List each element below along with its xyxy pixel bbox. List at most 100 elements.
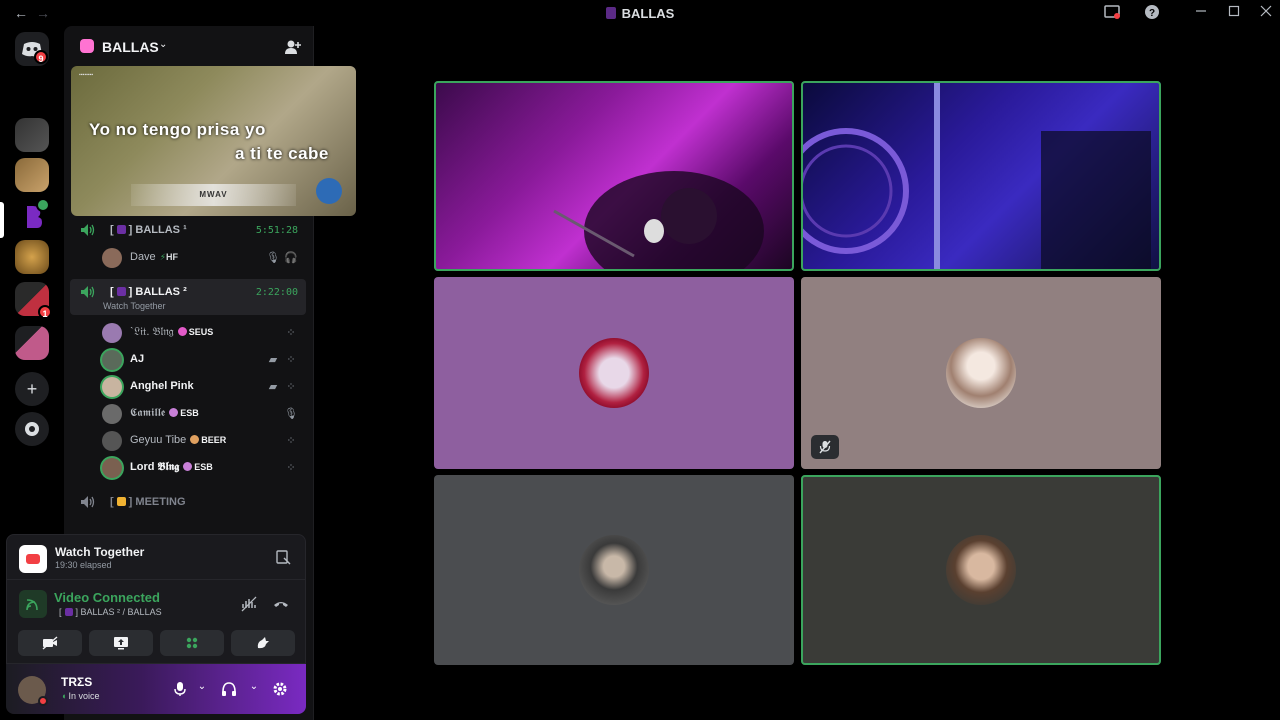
video-tile-user-5[interactable]	[434, 475, 794, 665]
compass-icon	[25, 422, 39, 436]
activity-title: Watch Together	[55, 545, 145, 559]
activity-icon: ⁘	[286, 381, 296, 393]
voice-status[interactable]: Video Connected	[54, 590, 160, 605]
avatar	[102, 404, 122, 424]
karaoke-plate: MWAV	[131, 184, 296, 206]
member-row[interactable]: ˋ𝔏𝔦𝔱. 𝔅𝔩𝔫𝔤 SEUS ⁘	[102, 322, 302, 344]
server-mute-icon: 🎙	[284, 408, 298, 420]
close-icon[interactable]	[1257, 4, 1275, 22]
channel-timer: 2:22:00	[255, 287, 298, 298]
disconnect-icon[interactable]	[273, 596, 289, 612]
user-avatar[interactable]	[18, 676, 48, 706]
user-name: TRΣS	[61, 675, 93, 689]
activity-elapsed: 19:30 elapsed	[55, 560, 112, 570]
headphones-icon[interactable]	[221, 681, 237, 697]
channel-timer: 5:51:28	[255, 225, 298, 236]
server-icon-2[interactable]	[15, 158, 49, 192]
user-avatar	[946, 338, 1016, 408]
activity-indicator-icon	[36, 198, 50, 212]
avatar	[102, 458, 122, 478]
member-tag: ⚡HF	[159, 252, 179, 262]
avatar	[102, 377, 122, 397]
minimize-icon[interactable]	[1192, 4, 1210, 22]
voice-channel-ballas-1[interactable]: [] BALLAS ¹ 5:51:28	[70, 217, 306, 243]
invite-people-icon[interactable]	[284, 38, 302, 56]
activity-icon: ⁘	[286, 327, 296, 339]
video-camera-icon: ▰	[268, 381, 278, 393]
video-tile-user-4[interactable]	[801, 277, 1161, 469]
mic-options-chevron-icon[interactable]: ⌄	[194, 681, 210, 697]
voice-location: [] BALLAS ² / BALLAS	[59, 607, 162, 617]
member-name: ˋ𝔏𝔦𝔱. 𝔅𝔩𝔫𝔤 SEUS	[130, 326, 214, 338]
voice-status-icon: ◖	[61, 691, 67, 701]
activity-panel: Watch Together 19:30 elapsed	[6, 534, 306, 580]
user-avatar	[579, 338, 649, 408]
title-bar: ← → BALLAS ?	[0, 0, 1280, 26]
user-avatar	[946, 535, 1016, 605]
camera-feed-2	[801, 81, 1151, 271]
watch-together-preview[interactable]: ▪▪▪▪▪▪▪▪ Yo no tengo prisa yo a ti te ca…	[71, 66, 356, 216]
chevron-down-icon: ⌄	[159, 39, 168, 50]
add-server-button[interactable]: +	[15, 372, 49, 406]
member-tag: ESB	[183, 462, 213, 472]
member-row[interactable]: Lord 𝕭𝖑𝖓𝖌 ESB ⁘	[102, 457, 302, 479]
youtube-icon	[19, 545, 47, 573]
window-title-text: BALLAS	[621, 6, 675, 21]
member-name: AJ	[130, 353, 145, 365]
activity-icon: ⁘	[286, 435, 296, 447]
lyric-line-2: a ti te cabe	[235, 144, 329, 163]
server-folder-2[interactable]	[15, 326, 49, 360]
server-header[interactable]: BALLAS ⌄	[64, 26, 314, 68]
toggle-camera-button[interactable]	[18, 630, 82, 656]
explore-button[interactable]	[15, 412, 49, 446]
microphone-icon[interactable]	[172, 681, 188, 697]
channel-name: [] BALLAS ¹	[110, 224, 187, 236]
inbox-icon[interactable]	[1103, 4, 1121, 22]
signal-icon[interactable]	[19, 590, 47, 618]
member-row[interactable]: Anghel Pink ▰ ⁘	[102, 376, 302, 398]
member-name: Dave ⚡HF	[130, 251, 179, 263]
member-row[interactable]: Geyuu Tibe BEER ⁘	[102, 430, 302, 452]
karaoke-logo-icon	[316, 178, 342, 204]
video-tile-user-3[interactable]	[434, 277, 794, 469]
video-tile-stream-2[interactable]	[801, 81, 1161, 271]
noise-suppression-icon[interactable]	[241, 596, 257, 612]
member-name: Geyuu Tibe BEER	[130, 434, 227, 446]
home-notification-badge: 9	[34, 50, 48, 64]
member-row[interactable]: 𝕮𝖆𝖒𝖎𝖑𝖑𝖊 ESB 🎙	[102, 403, 302, 425]
camera-feed-1	[553, 171, 764, 271]
preview-watermark: ▪▪▪▪▪▪▪▪	[79, 72, 94, 78]
maximize-icon[interactable]	[1225, 4, 1243, 22]
server-glyph-icon	[605, 7, 616, 19]
server-home-icon	[80, 39, 94, 53]
member-row[interactable]: AJ ▰ ⁘	[102, 349, 302, 371]
video-tile-user-6[interactable]	[801, 475, 1161, 665]
share-screen-button[interactable]	[89, 630, 153, 656]
voice-channel-meeting[interactable]: [] MEETING	[70, 489, 306, 515]
server-name: BALLAS	[102, 39, 159, 55]
channel-name: [] BALLAS ²	[110, 286, 187, 298]
server-mute-icon: 🎙	[266, 252, 280, 264]
voice-channel-ballas-2[interactable]: [] BALLAS ² 2:22:00 Watch Together	[70, 279, 306, 315]
member-name: Lord 𝕭𝖑𝖓𝖌 ESB	[130, 461, 213, 473]
member-name: 𝕮𝖆𝖒𝖎𝖑𝖑𝖊 ESB	[130, 407, 199, 419]
help-icon[interactable]: ?	[1143, 4, 1161, 22]
server-icon-1[interactable]	[15, 118, 49, 152]
speaker-icon	[80, 495, 96, 509]
svg-text:?: ?	[1149, 8, 1155, 19]
video-camera-icon: ▰	[268, 354, 278, 366]
server-notification-badge: 1	[38, 305, 52, 319]
avatar	[102, 431, 122, 451]
server-icon-prestige[interactable]	[15, 240, 49, 274]
mic-muted-icon	[811, 435, 839, 459]
video-tile-stream-1[interactable]	[434, 81, 794, 271]
member-row[interactable]: Dave ⚡HF 🎙 🎧	[102, 247, 302, 269]
settings-gear-icon[interactable]	[272, 681, 288, 697]
popout-icon[interactable]	[275, 549, 291, 565]
soundboard-button[interactable]	[231, 630, 295, 656]
audio-options-chevron-icon[interactable]: ⌄	[246, 681, 262, 697]
status-dnd-icon	[38, 696, 48, 706]
voice-connection-panel: Video Connected [] BALLAS ² / BALLAS	[6, 580, 306, 664]
activities-button[interactable]	[160, 630, 224, 656]
activity-icon: ⁘	[286, 462, 296, 474]
